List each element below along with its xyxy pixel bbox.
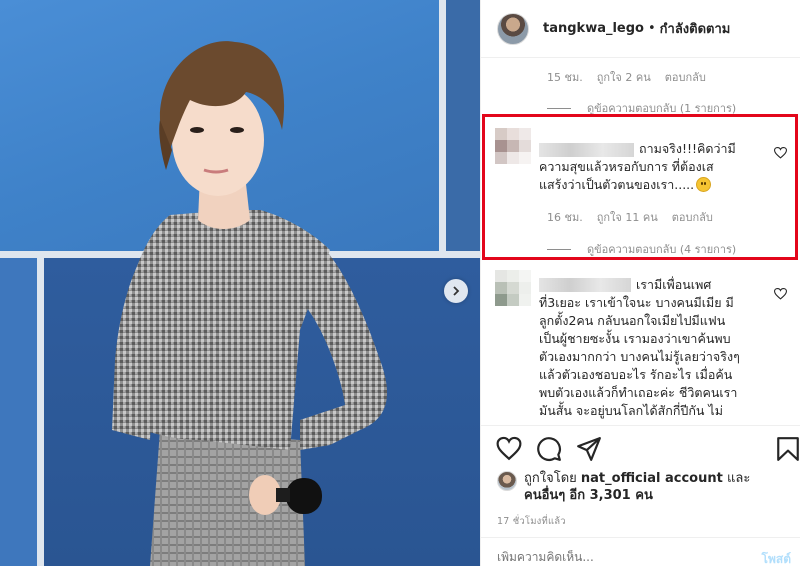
share-icon[interactable] [576, 436, 602, 462]
person-figure [112, 41, 388, 566]
comment-line: ตัวเองมากกว่า บางคนไม่รู้เลยว่าจริงๆ [539, 349, 740, 364]
likes-and: และ [726, 471, 751, 486]
chevron-right-icon [453, 286, 460, 296]
comment-line: มันสั้น จะอยู่บนโลกได้สักกี่ปีกัน ไม่ [539, 403, 723, 418]
likes-line: ถูกใจโดย nat_official account และ [524, 470, 750, 488]
comment-time: 15 ชม. [547, 71, 583, 84]
post-header: tangkwa_lego • กำลังติดตาม [481, 0, 800, 58]
liker-username[interactable]: nat_official account [581, 471, 723, 486]
post-timestamp[interactable]: 17 ชั่วโมงที่แล้ว [497, 514, 566, 529]
add-comment-bar: โพสต์ [481, 537, 800, 566]
replies-divider [547, 107, 571, 109]
following-button[interactable]: กำลังติดตาม [660, 18, 731, 39]
others-count: อีก 3,301 คน [569, 488, 653, 503]
others-label: คนอื่นๆ [524, 488, 566, 503]
comment-line: เป็นผู้ชายซะงั้น เรามองว่าเขาค้นพบ [539, 331, 731, 346]
commenter-name-blurred[interactable] [539, 278, 631, 292]
commenter-avatar[interactable] [495, 270, 531, 306]
comment-reply-button[interactable]: ตอบกลับ [665, 68, 706, 86]
post-comment-button[interactable]: โพสต์ [762, 550, 791, 569]
comment-input[interactable] [497, 550, 727, 564]
author-username[interactable]: tangkwa_lego [543, 21, 644, 36]
author-avatar[interactable] [497, 12, 529, 45]
comment-like-heart-icon[interactable] [774, 288, 787, 300]
likes-others[interactable]: คนอื่นๆ อีก 3,301 คน [524, 487, 653, 505]
next-image-button[interactable] [444, 279, 468, 303]
highlight-box [482, 114, 798, 260]
likes-prefix: ถูกใจโดย [524, 471, 577, 486]
comment-line: ลูกตั้ง2คน กลับนอกใจเมียไปมีแฟน [539, 313, 726, 328]
post-side-panel: tangkwa_lego • กำลังติดตาม 15 ชม. ถูกใจ … [480, 0, 800, 566]
liker-avatar[interactable] [497, 471, 517, 491]
bookmark-icon[interactable] [775, 436, 800, 462]
comment-line: แล้วตัวเองชอบอะไร รักอะไร เมื่อค้น [539, 367, 733, 382]
comment-likes[interactable]: ถูกใจ 2 คน [597, 68, 651, 86]
post-photo [0, 0, 480, 566]
comment-line: เรามีเพื่อนเพศ [636, 277, 712, 292]
header-separator: • [648, 21, 656, 36]
comment-line: พบตัวเองแล้วก็ทำเถอะค่ะ ชีวิตคนเรา [539, 385, 738, 400]
comment-line: ที่3เยอะ เราเข้าใจนะ บางคนมีเมีย มี [539, 295, 734, 310]
post-action-bar [481, 425, 800, 471]
heart-icon[interactable] [496, 436, 522, 462]
comment-meta: 15 ชม. ถูกใจ 2 คน ตอบกลับ [547, 68, 706, 86]
instagram-post: tangkwa_lego • กำลังติดตาม 15 ชม. ถูกใจ … [0, 0, 800, 566]
comment-icon[interactable] [536, 436, 562, 462]
